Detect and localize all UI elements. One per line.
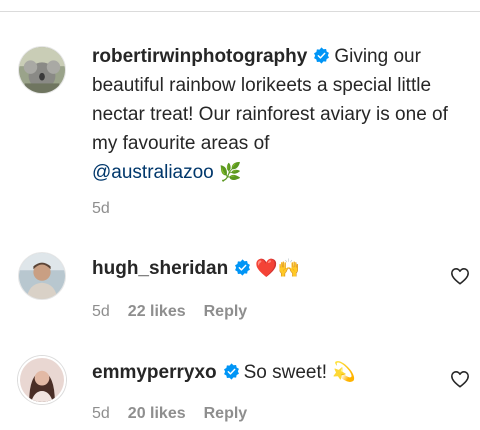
- leaf-emoji: 🌿: [219, 162, 242, 183]
- comment-text: robertirwinphotography Giving our beautif…: [92, 42, 456, 187]
- username-link[interactable]: emmyperryxo: [92, 362, 217, 383]
- avatar-hugh-sheridan[interactable]: [18, 252, 66, 300]
- verified-badge-icon: [235, 259, 251, 276]
- timestamp[interactable]: 5d: [92, 200, 110, 217]
- avatar-robertirwinphotography[interactable]: [18, 46, 66, 94]
- verified-badge-icon: [223, 363, 239, 380]
- comment-meta: 5d 22 likes Reply: [92, 303, 265, 321]
- comment-meta: 5d: [92, 200, 128, 218]
- comment-content: ❤️🙌: [255, 258, 301, 279]
- avatar-emmyperryxo[interactable]: [18, 356, 66, 404]
- mention-link[interactable]: @australiazoo: [92, 162, 214, 183]
- likes-count[interactable]: 22 likes: [128, 303, 186, 320]
- heart-outline-icon[interactable]: [450, 267, 470, 285]
- comment-text: emmyperryxo So sweet! 💫: [92, 358, 456, 387]
- comment-text: hugh_sheridan ❤️🙌: [92, 254, 456, 283]
- timestamp[interactable]: 5d: [92, 405, 110, 422]
- heart-outline-icon[interactable]: [450, 370, 470, 388]
- reply-button[interactable]: Reply: [204, 303, 248, 320]
- person-photo-icon: [19, 253, 65, 299]
- verified-badge-icon: [314, 47, 330, 64]
- comment-meta: 5d 20 likes Reply: [92, 405, 265, 423]
- person-photo-icon: [20, 358, 64, 402]
- timestamp[interactable]: 5d: [92, 303, 110, 320]
- username-link[interactable]: robertirwinphotography: [92, 46, 307, 67]
- likes-count[interactable]: 20 likes: [128, 405, 186, 422]
- reply-button[interactable]: Reply: [204, 405, 248, 422]
- top-divider: [0, 11, 480, 12]
- username-link[interactable]: hugh_sheridan: [92, 258, 228, 279]
- koala-photo-icon: [19, 47, 65, 93]
- comment-content: So sweet! 💫: [243, 362, 356, 383]
